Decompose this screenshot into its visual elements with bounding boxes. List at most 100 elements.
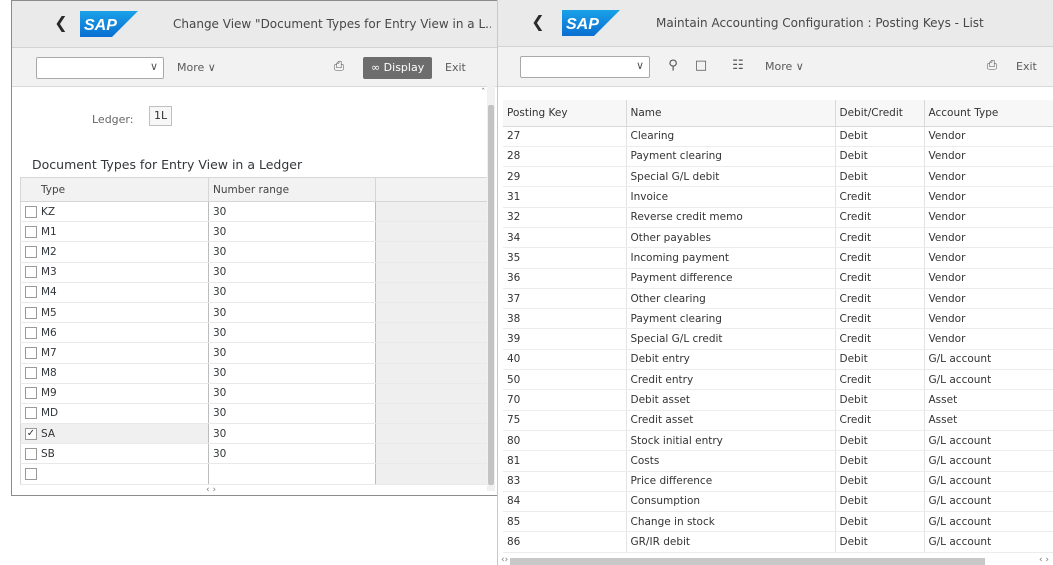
name-cell[interactable]: Clearing xyxy=(625,126,835,147)
row-checkbox[interactable] xyxy=(25,447,37,460)
name-cell[interactable]: Other payables xyxy=(625,227,835,249)
table-row[interactable]: M1 30 xyxy=(20,221,488,243)
debit-credit-cell[interactable]: Debit xyxy=(834,450,924,472)
new-document-icon[interactable]: □ xyxy=(692,57,710,75)
account-type-cell[interactable]: G/L account xyxy=(923,531,1053,553)
row-checkbox[interactable] xyxy=(25,306,37,319)
table-row[interactable]: M8 30 xyxy=(20,363,488,384)
type-cell[interactable]: M5 xyxy=(20,302,209,324)
account-type-cell[interactable]: Vendor xyxy=(923,247,1053,269)
row-checkbox[interactable] xyxy=(25,346,37,359)
posting-key-cell[interactable]: 81 xyxy=(503,450,626,472)
type-cell[interactable]: MD xyxy=(20,403,209,425)
ledger-field[interactable]: 1L xyxy=(149,106,173,126)
posting-key-cell[interactable]: 86 xyxy=(503,531,626,553)
table-row[interactable]: 39 Special G/L credit Credit Vendor xyxy=(503,328,1053,350)
posting-key-cell[interactable]: 85 xyxy=(503,511,626,533)
posting-key-cell[interactable]: 75 xyxy=(503,410,626,431)
account-type-cell[interactable]: Vendor xyxy=(923,126,1053,147)
command-input[interactable] xyxy=(37,58,141,78)
number-range-cell[interactable]: 30 xyxy=(208,282,376,303)
debit-credit-cell[interactable]: Debit xyxy=(834,471,924,492)
number-range-cell[interactable]: 30 xyxy=(208,403,376,425)
debit-credit-cell[interactable]: Credit xyxy=(834,410,924,431)
name-cell[interactable]: Invoice xyxy=(625,186,835,208)
command-field[interactable]: ∨ xyxy=(36,57,164,79)
table-row[interactable]: 70 Debit asset Debit Asset xyxy=(503,389,1053,411)
row-checkbox[interactable] xyxy=(25,468,37,481)
name-cell[interactable]: GR/IR debit xyxy=(625,531,835,553)
posting-key-cell[interactable]: 40 xyxy=(503,349,626,371)
type-cell[interactable]: M7 xyxy=(20,342,209,364)
number-range-cell[interactable]: 30 xyxy=(208,302,376,324)
row-checkbox[interactable] xyxy=(25,387,37,400)
table-row[interactable]: 34 Other payables Credit Vendor xyxy=(503,227,1053,249)
posting-key-cell[interactable]: 36 xyxy=(503,268,626,289)
account-type-cell[interactable]: Vendor xyxy=(923,166,1053,188)
table-row[interactable]: M2 30 xyxy=(20,241,488,263)
debit-credit-cell[interactable]: Debit xyxy=(834,491,924,513)
type-cell[interactable]: M2 xyxy=(20,241,209,263)
debit-credit-cell[interactable]: Debit xyxy=(834,511,924,533)
table-row[interactable] xyxy=(20,463,488,485)
number-range-cell[interactable]: 30 xyxy=(208,342,376,364)
account-type-cell[interactable]: Vendor xyxy=(923,186,1053,208)
table-row[interactable]: 38 Payment clearing Credit Vendor xyxy=(503,308,1053,330)
number-range-cell[interactable]: 30 xyxy=(208,322,376,344)
number-range-cell[interactable]: 30 xyxy=(208,443,376,465)
posting-key-cell[interactable]: 70 xyxy=(503,389,626,411)
name-cell[interactable]: Debit asset xyxy=(625,389,835,411)
type-cell[interactable]: ✓ SA xyxy=(20,423,209,445)
table-row[interactable]: M3 30 xyxy=(20,262,488,283)
posting-key-cell[interactable]: 32 xyxy=(503,207,626,228)
table-row[interactable]: 85 Change in stock Debit G/L account xyxy=(503,511,1053,533)
type-cell[interactable]: M6 xyxy=(20,322,209,344)
column-header-debit-credit[interactable]: Debit/Credit xyxy=(834,100,924,127)
debit-credit-cell[interactable]: Debit xyxy=(834,531,924,553)
account-type-cell[interactable]: G/L account xyxy=(923,430,1053,452)
name-cell[interactable]: Costs xyxy=(625,450,835,472)
type-cell[interactable]: M3 xyxy=(20,262,209,283)
name-cell[interactable]: Stock initial entry xyxy=(625,430,835,452)
table-row[interactable]: KZ 30 xyxy=(20,201,488,223)
column-header-account-type[interactable]: Account Type xyxy=(923,100,1053,127)
command-field[interactable]: ∨ xyxy=(520,56,650,78)
posting-key-cell[interactable]: 28 xyxy=(503,146,626,168)
more-menu[interactable]: More ∨ xyxy=(765,60,804,73)
table-row[interactable]: 29 Special G/L debit Debit Vendor xyxy=(503,166,1053,188)
table-row[interactable]: 84 Consumption Debit G/L account xyxy=(503,491,1053,513)
table-row[interactable]: 28 Payment clearing Debit Vendor xyxy=(503,146,1053,168)
account-type-cell[interactable]: G/L account xyxy=(923,471,1053,492)
account-type-cell[interactable]: Vendor xyxy=(923,227,1053,249)
exit-button[interactable]: Exit xyxy=(1016,60,1037,73)
table-row[interactable]: 35 Incoming payment Credit Vendor xyxy=(503,247,1053,269)
number-range-cell[interactable]: 30 xyxy=(208,221,376,243)
type-cell[interactable]: M8 xyxy=(20,363,209,384)
number-range-cell[interactable]: 30 xyxy=(208,423,376,445)
type-cell[interactable]: KZ xyxy=(20,201,209,223)
table-row[interactable]: 86 GR/IR debit Debit G/L account xyxy=(503,531,1053,553)
name-cell[interactable]: Incoming payment xyxy=(625,247,835,269)
account-type-cell[interactable]: G/L account xyxy=(923,349,1053,371)
debit-credit-cell[interactable]: Debit xyxy=(834,146,924,168)
debit-credit-cell[interactable]: Credit xyxy=(834,288,924,310)
row-checkbox[interactable] xyxy=(25,367,37,380)
exit-button[interactable]: Exit xyxy=(445,61,466,74)
debit-credit-cell[interactable]: Credit xyxy=(834,247,924,269)
scroll-left-arrows[interactable]: ‹› xyxy=(501,555,508,565)
number-range-cell[interactable]: 30 xyxy=(208,383,376,404)
table-row[interactable]: M4 30 xyxy=(20,282,488,303)
row-checkbox[interactable] xyxy=(25,326,37,339)
row-checkbox[interactable] xyxy=(25,286,37,299)
posting-key-cell[interactable]: 39 xyxy=(503,328,626,350)
search-icon[interactable]: ⚲ xyxy=(664,57,682,75)
number-range-cell[interactable] xyxy=(208,463,376,485)
posting-key-cell[interactable]: 35 xyxy=(503,247,626,269)
account-type-cell[interactable]: Vendor xyxy=(923,308,1053,330)
row-checkbox[interactable]: ✓ xyxy=(25,427,37,440)
name-cell[interactable]: Credit entry xyxy=(625,369,835,391)
scroll-right-arrows[interactable]: ‹ › xyxy=(1039,555,1049,565)
name-cell[interactable]: Special G/L credit xyxy=(625,328,835,350)
horizontal-scroll-arrows[interactable]: ‹ › xyxy=(206,485,216,495)
number-range-cell[interactable]: 30 xyxy=(208,201,376,223)
